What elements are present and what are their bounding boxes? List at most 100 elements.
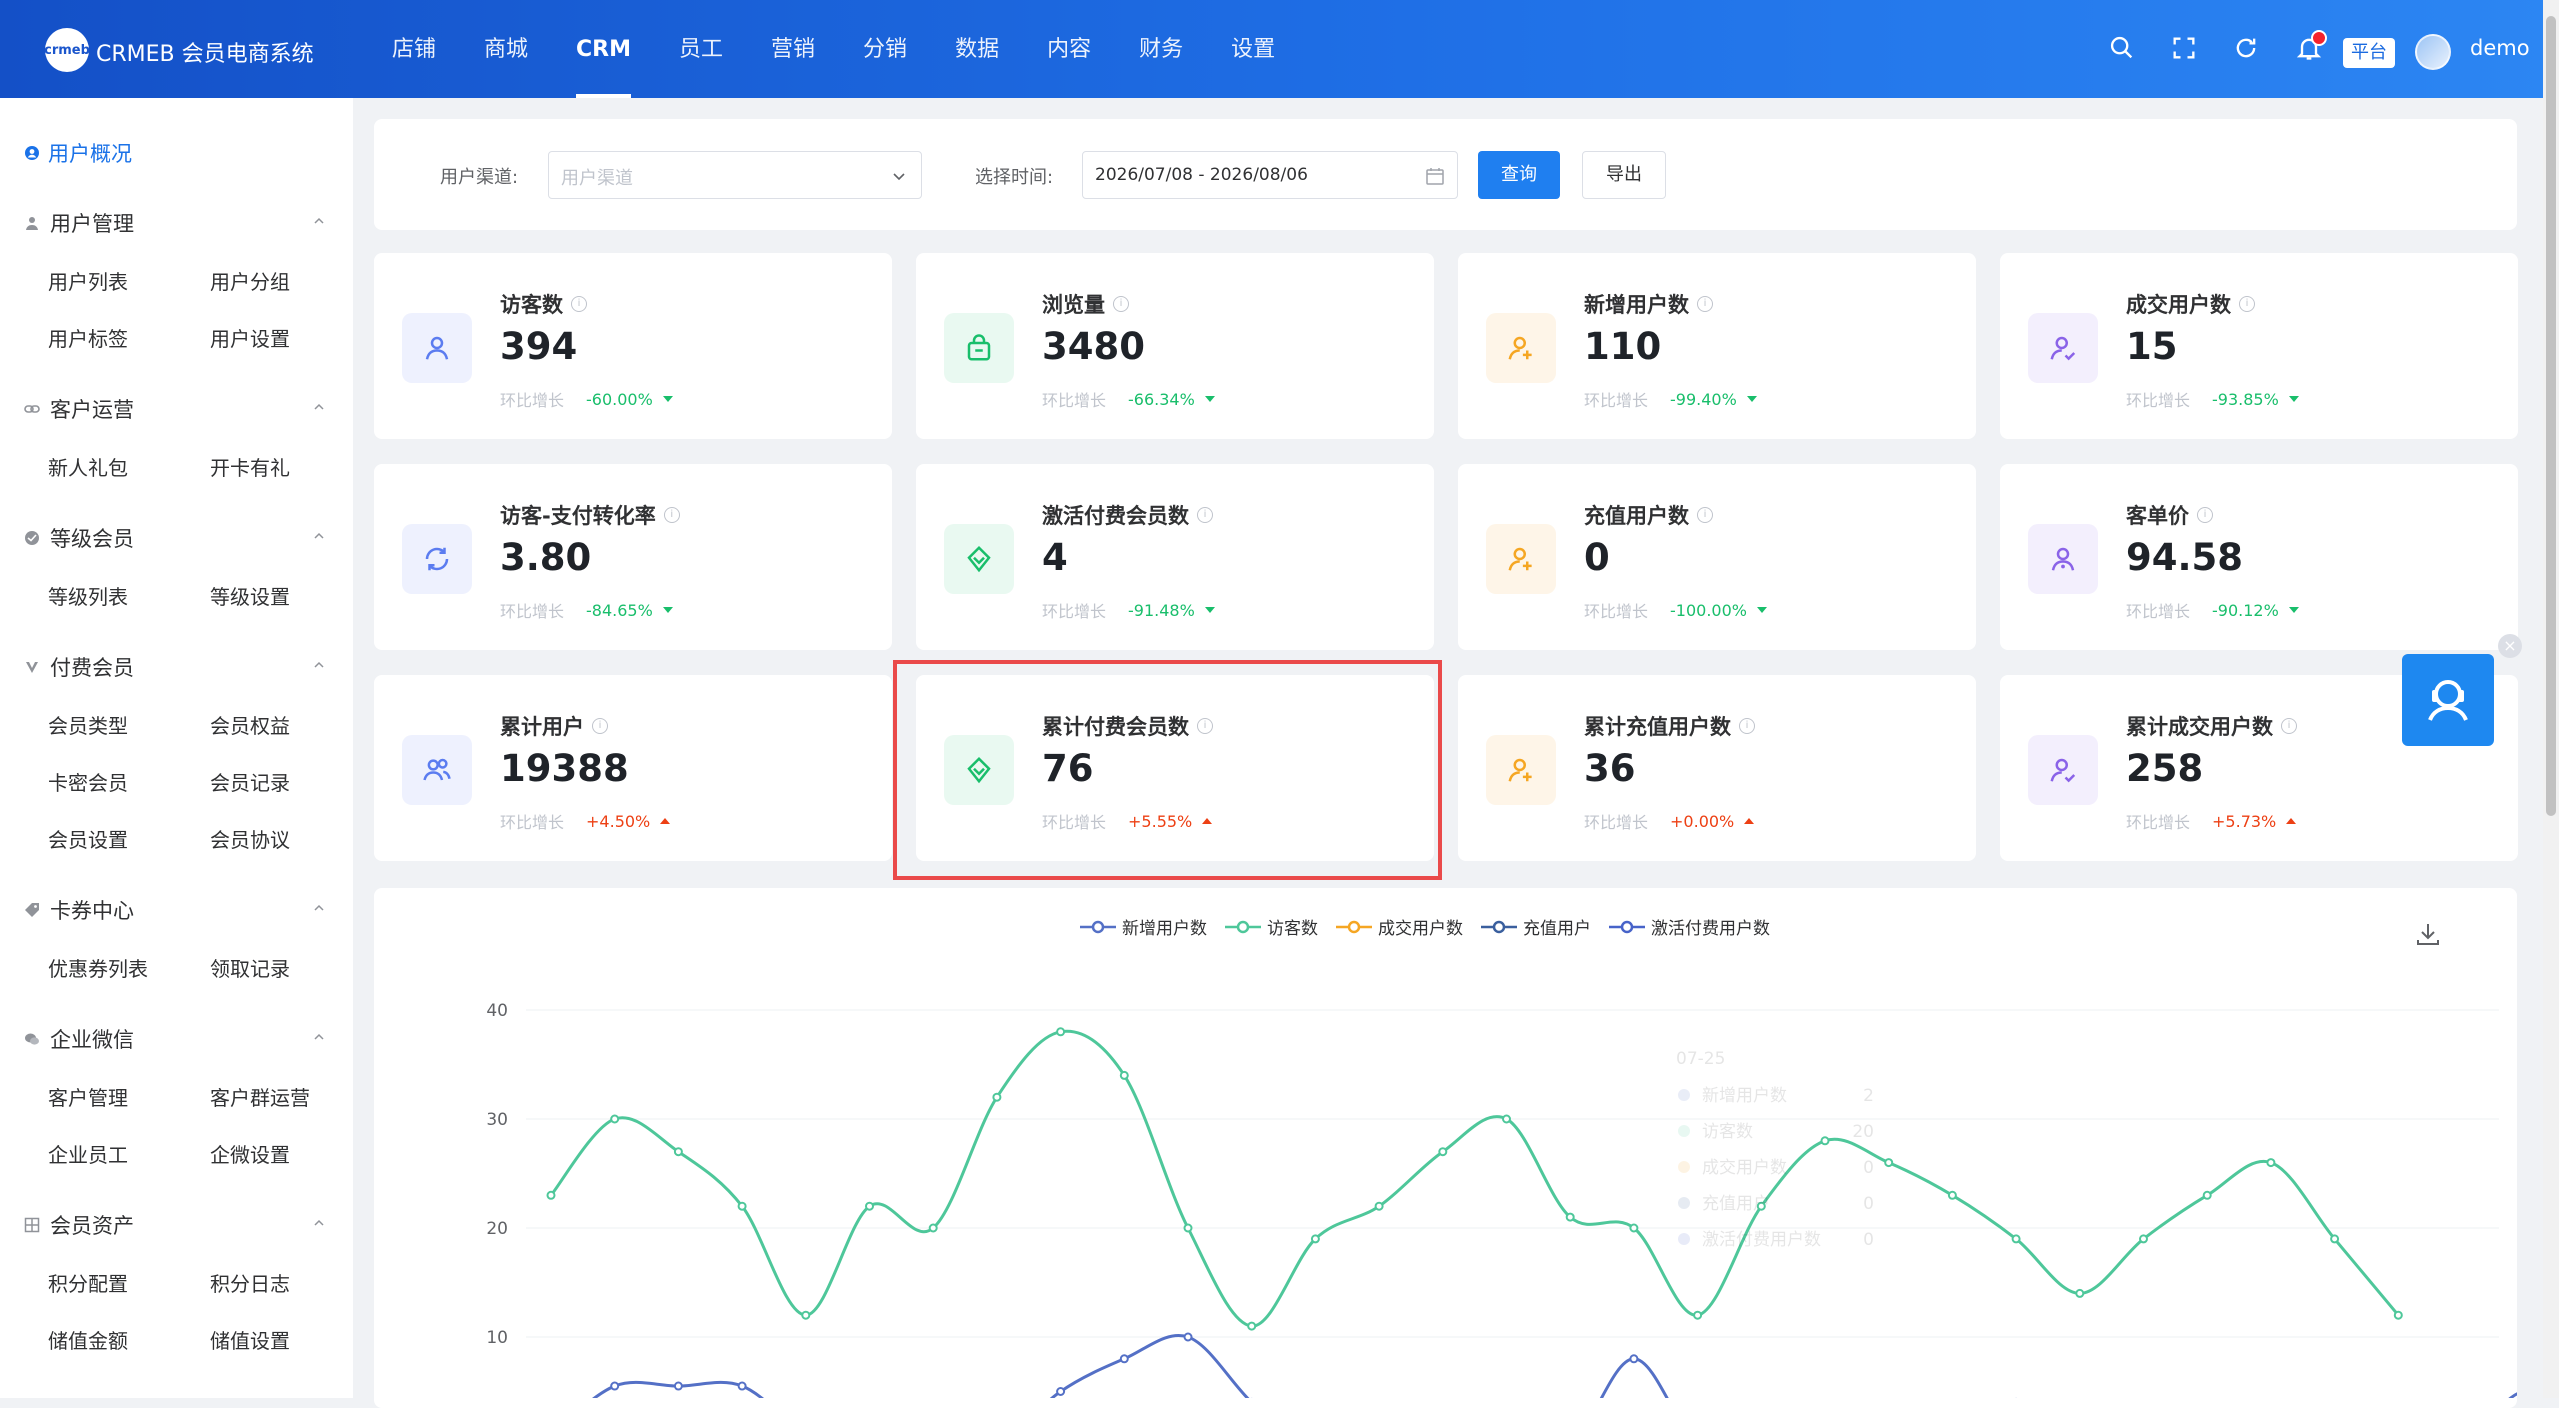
sidebar-group-coupon-center[interactable]: 卡券中心 [24,895,134,925]
nav-item-staff[interactable]: 员工 [655,0,747,98]
data-point[interactable] [1629,1354,1639,1364]
info-icon[interactable]: i [1739,718,1755,734]
sidebar-item-customer-group-ops[interactable]: 客户群运营 [210,1082,310,1111]
username[interactable]: demo [2470,36,2530,60]
sidebar-item-member-agreement[interactable]: 会员协议 [210,824,290,853]
sidebar-item-points-config[interactable]: 积分配置 [48,1268,128,1297]
download-icon[interactable] [2414,920,2442,948]
info-icon[interactable]: i [1697,507,1713,523]
data-point[interactable] [2393,1310,2403,1320]
data-point[interactable] [1884,1158,1894,1168]
data-point[interactable] [1247,1321,1257,1331]
sidebar-item-member-type[interactable]: 会员类型 [48,710,128,739]
sidebar-item-user-tags[interactable]: 用户标签 [48,323,128,352]
chevron-up-icon[interactable] [312,1216,326,1230]
data-point[interactable] [1374,1201,1384,1211]
sidebar-group-level-member[interactable]: 等级会员 [24,523,134,553]
sidebar-item-customer-management[interactable]: 客户管理 [48,1082,128,1111]
sidebar-item-card-gift[interactable]: 开卡有礼 [210,452,290,481]
data-point[interactable] [1438,1147,1448,1157]
sidebar-group-paid-member[interactable]: 付费会员 [24,652,134,682]
page-scrollbar[interactable] [2543,0,2559,1398]
data-point[interactable] [737,1381,747,1391]
sidebar-item-stored-settings[interactable]: 储值设置 [210,1325,290,1354]
refresh-icon[interactable] [2232,34,2260,62]
date-range-picker[interactable]: 2026/07/08 - 2026/08/06 [1082,151,1458,199]
bell-icon[interactable] [2295,30,2327,62]
info-icon[interactable]: i [2197,507,2213,523]
data-point[interactable] [673,1147,683,1157]
sidebar-item-user-group[interactable]: 用户分组 [210,266,290,295]
sidebar-item-newcomer-gift[interactable]: 新人礼包 [48,452,128,481]
sidebar-item-company-staff[interactable]: 企业员工 [48,1139,128,1168]
legend-item[interactable]: 成交用户数 [1336,914,1463,939]
data-point[interactable] [2011,1234,2021,1244]
legend-item[interactable]: 激活付费用户数 [1609,914,1770,939]
data-point[interactable] [928,1223,938,1233]
chevron-up-icon[interactable] [312,529,326,543]
nav-item-finance[interactable]: 财务 [1115,0,1207,98]
search-icon[interactable] [2108,34,2136,62]
info-icon[interactable]: i [571,296,587,312]
sidebar-item-wecom-settings[interactable]: 企微设置 [210,1139,290,1168]
sidebar-item-user-settings[interactable]: 用户设置 [210,323,290,352]
sidebar-item-coupon-list[interactable]: 优惠券列表 [48,953,148,982]
sidebar-group-user-management[interactable]: 用户管理 [24,208,134,238]
data-point[interactable] [2202,1190,2212,1200]
close-icon[interactable]: × [2498,634,2522,658]
logo-icon[interactable]: crmeb [44,28,90,72]
info-icon[interactable]: i [2239,296,2255,312]
data-point[interactable] [2075,1288,2085,1298]
info-icon[interactable]: i [1697,296,1713,312]
customer-service-button[interactable] [2402,654,2494,746]
data-point[interactable] [1119,1354,1129,1364]
avatar[interactable] [2415,34,2451,70]
data-point[interactable] [546,1190,556,1200]
chevron-up-icon[interactable] [312,1030,326,1044]
legend-item[interactable]: 充值用户 [1481,914,1591,939]
info-icon[interactable]: i [1197,718,1213,734]
data-point[interactable] [610,1381,620,1391]
data-point[interactable] [1310,1234,1320,1244]
fullscreen-icon[interactable] [2170,34,2198,62]
nav-item-settings[interactable]: 设置 [1207,0,1299,98]
legend-item[interactable]: 访客数 [1225,914,1318,939]
data-point[interactable] [1820,1136,1830,1146]
info-icon[interactable]: i [1113,296,1129,312]
data-point[interactable] [2139,1234,2148,1244]
data-point[interactable] [1565,1212,1575,1222]
chevron-up-icon[interactable] [312,400,326,414]
chevron-up-icon[interactable] [312,214,326,228]
sidebar-item-member-records[interactable]: 会员记录 [210,767,290,796]
info-icon[interactable]: i [663,507,680,523]
nav-item-data[interactable]: 数据 [931,0,1023,98]
info-icon[interactable]: i [592,718,608,734]
data-point[interactable] [2266,1158,2276,1168]
sidebar-item-points-log[interactable]: 积分日志 [210,1268,290,1297]
query-button[interactable]: 查询 [1478,151,1560,199]
data-point[interactable] [1183,1223,1193,1233]
export-button[interactable]: 导出 [1582,151,1666,199]
sidebar-item-level-settings[interactable]: 等级设置 [210,581,290,610]
data-point[interactable] [1056,1027,1066,1037]
data-point[interactable] [610,1114,620,1124]
data-point[interactable] [1947,1190,1957,1200]
sidebar-item-member-settings[interactable]: 会员设置 [48,824,128,853]
info-icon[interactable]: i [1197,507,1213,523]
chevron-up-icon[interactable] [312,901,326,915]
data-point[interactable] [1056,1387,1066,1396]
nav-item-crm[interactable]: CRM [552,0,655,98]
data-point[interactable] [1119,1070,1129,1080]
platform-button[interactable]: 平台 [2343,38,2395,68]
sidebar-item-user-overview[interactable]: 用户概况 [24,138,132,168]
sidebar-group-member-assets[interactable]: 会员资产 [24,1210,134,1240]
nav-item-marketing[interactable]: 营销 [747,0,839,98]
sidebar-item-level-list[interactable]: 等级列表 [48,581,128,610]
app-title[interactable]: CRMEB 会员电商系统 [96,36,314,68]
data-point[interactable] [1183,1332,1193,1342]
data-point[interactable] [1502,1114,1511,1124]
sidebar-item-stored-amount[interactable]: 储值金额 [48,1325,128,1354]
sidebar-group-customer-ops[interactable]: 客户运营 [24,394,134,424]
data-point[interactable] [673,1381,683,1391]
nav-item-content[interactable]: 内容 [1023,0,1115,98]
